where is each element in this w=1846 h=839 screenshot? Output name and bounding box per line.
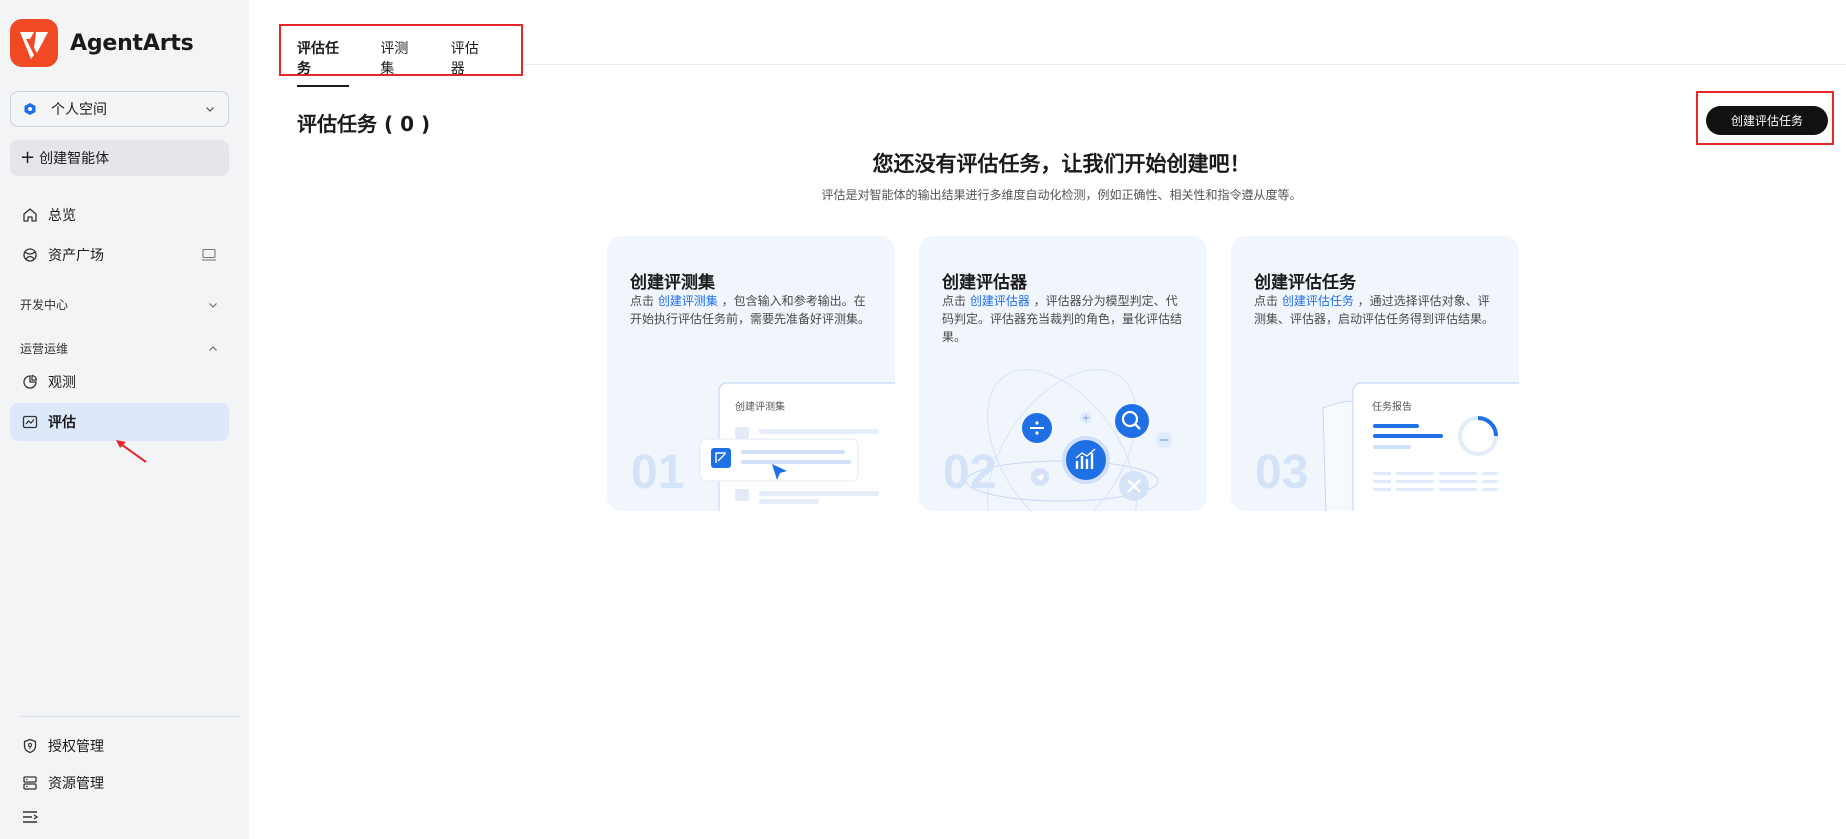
monitor-icon[interactable] (201, 248, 217, 262)
evaluate-chart-icon (22, 415, 38, 429)
server-icon (23, 776, 37, 790)
space-selector[interactable]: 个人空间 (10, 91, 229, 127)
chevron-down-icon (209, 302, 217, 308)
shield-icon (23, 738, 37, 754)
agentarts-logo (10, 19, 58, 67)
create-evaluation-task-link[interactable]: 创建评估任务 (1282, 294, 1354, 308)
empty-state-subtitle: 评估是对智能体的输出结果进行多维度自动化检测，例如正确性、相关性和指令遵从度等。 (821, 188, 1302, 202)
tab-bar: 评估任务 评测集 评估器 (279, 24, 523, 87)
section-label: 运营运维 (20, 342, 69, 356)
card-description: 点击 创建评估器 ，评估器分为模型判定、代码判定。评估器充当裁判的角色，量化评估… (942, 292, 1187, 346)
step-number: 03 (1255, 446, 1309, 499)
create-evaluator-link[interactable]: 创建评估器 (970, 294, 1030, 308)
sidebar-item-label: 总览 (48, 208, 76, 224)
space-label: 个人空间 (51, 102, 107, 118)
sidebar-item-label: 授权管理 (48, 739, 104, 755)
annotation-arrow-icon (116, 440, 147, 463)
card-description: 点击 创建评估任务 ，通过选择评估对象、评测集、评估器，启动评估任务得到评估结果… (1254, 292, 1499, 328)
card-create-evaluation-task: 任务报告 创建评估任务 点击 创建评估任务 ，通过选择评估对象、评测集、评估器，… (1231, 236, 1519, 511)
sidebar-item-label: 观测 (48, 375, 76, 391)
card-create-evaluator: 创建评估器 点击 创建评估器 ，评估器分为模型判定、代码判定。评估器充当裁判的角… (919, 236, 1207, 511)
section-dev-center[interactable]: 开发中心 (20, 296, 219, 313)
card-desc-prefix: 点击 (630, 294, 658, 308)
step-number: 02 (943, 446, 997, 499)
tab-evaluators[interactable]: 评估器 (451, 38, 490, 87)
section-label: 开发中心 (20, 298, 69, 312)
card-title: 创建评测集 (630, 273, 715, 293)
sidebar-item-label: 资产广场 (48, 248, 104, 264)
pie-chart-icon (23, 374, 38, 389)
page-title: 评估任务 ( 0 ) (297, 112, 431, 136)
sidebar-divider (20, 716, 240, 717)
create-button-highlight: 创建评估任务 (1696, 91, 1834, 145)
section-operations[interactable]: 运营运维 (20, 340, 219, 357)
sidebar: AgentArts 个人空间 + 创建智能体 总览 资产广场 开发中心 运营运维… (0, 0, 249, 839)
tab-divider (523, 64, 1846, 65)
sidebar-item-observe[interactable]: 观测 (10, 363, 229, 401)
card-title: 创建评估任务 (1254, 273, 1356, 293)
mock-report-label: 任务报告 (1372, 402, 1412, 413)
card-desc-prefix: 点击 (942, 294, 970, 308)
sidebar-item-evaluate[interactable]: 评估 (10, 403, 229, 441)
sidebar-item-authorization[interactable]: 授权管理 (10, 727, 229, 765)
space-icon (24, 103, 36, 115)
home-icon (23, 208, 37, 222)
tab-evaluation-sets[interactable]: 评测集 (380, 38, 419, 87)
sidebar-item-label: 评估 (48, 415, 76, 431)
app-name: AgentArts (70, 30, 194, 56)
step-number: 01 (631, 446, 685, 499)
brand[interactable]: AgentArts (10, 19, 194, 67)
card-title: 创建评估器 (942, 273, 1027, 293)
create-evaluation-set-link[interactable]: 创建评测集 (658, 294, 718, 308)
mock-form-label: 创建评测集 (735, 402, 785, 413)
chevron-up-icon (209, 345, 217, 351)
asset-market-icon (23, 248, 37, 262)
chevron-down-icon (206, 107, 214, 112)
empty-state-title: 您还没有评估任务，让我们开始创建吧！ (872, 152, 1251, 176)
sidebar-item-asset-market[interactable]: 资产广场 (10, 236, 229, 274)
sidebar-item-resources[interactable]: 资源管理 (10, 764, 229, 802)
create-evaluation-task-button[interactable]: 创建评估任务 (1706, 106, 1828, 135)
card-create-evaluation-set: 创建评测集 创建评测集 点击 创建评测集 ，包含输入和参考输出。在开始执行评估任… (607, 236, 895, 511)
card-description: 点击 创建评测集 ，包含输入和参考输出。在开始执行评估任务前，需要先准备好评测集… (630, 292, 875, 328)
tab-evaluation-tasks[interactable]: 评估任务 (297, 38, 350, 87)
card-desc-prefix: 点击 (1254, 294, 1282, 308)
collapse-sidebar-icon[interactable] (22, 810, 38, 824)
sidebar-item-label: 资源管理 (48, 776, 104, 792)
